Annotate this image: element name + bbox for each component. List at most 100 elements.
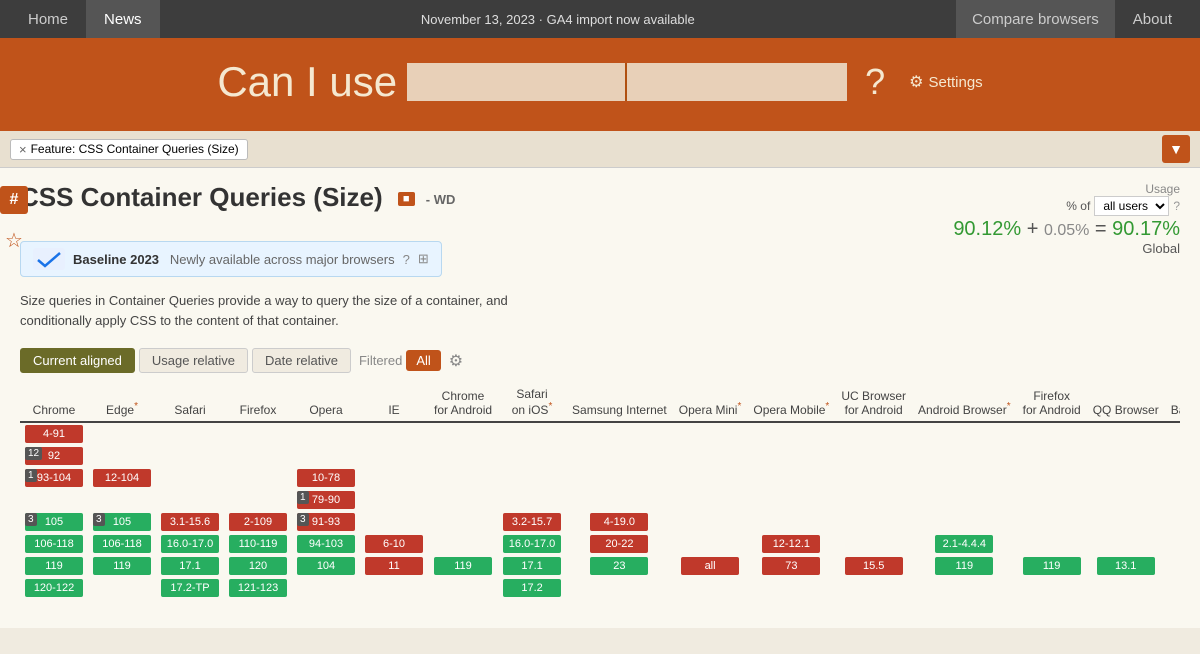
version-cell[interactable]: 10-78 [297, 469, 355, 487]
tab-date-relative[interactable]: Date relative [252, 348, 351, 373]
version-cell[interactable]: 2-109 [229, 513, 287, 531]
table-cell[interactable]: 106-118 [88, 533, 156, 555]
version-cell[interactable]: 4-91 [25, 425, 83, 443]
table-cell[interactable]: 193-104 [20, 467, 88, 489]
version-cell[interactable]: 119 [1023, 557, 1081, 575]
table-cell[interactable]: 119 [912, 555, 1017, 577]
version-cell[interactable]: 73 [762, 557, 820, 575]
nav-compare-button[interactable]: Compare browsers [956, 0, 1115, 38]
version-cell[interactable]: 17.2 [503, 579, 561, 597]
version-cell[interactable]: 15.5 [845, 557, 903, 575]
table-cell[interactable]: 16.0-17.0 [156, 533, 224, 555]
table-cell[interactable]: 6-10 [360, 533, 428, 555]
table-cell[interactable]: 12-12.1 [747, 533, 835, 555]
usage-user-dropdown[interactable]: all users [1094, 196, 1169, 216]
settings-button[interactable]: ⚙ Settings [909, 72, 983, 92]
table-cell[interactable]: 120-122 [20, 577, 88, 599]
table-cell[interactable]: all [673, 555, 748, 577]
version-cell[interactable]: 17.1 [503, 557, 561, 575]
table-cell[interactable]: 391-93 [292, 511, 360, 533]
table-cell[interactable]: 94-103 [292, 533, 360, 555]
version-cell[interactable]: 6-10 [365, 535, 423, 553]
version-cell[interactable]: 120-122 [25, 579, 83, 597]
version-cell[interactable]: 120 [229, 557, 287, 575]
version-cell[interactable]: 106-118 [93, 535, 151, 553]
version-cell[interactable]: 119 [25, 557, 83, 575]
version-cell[interactable]: 119 [935, 557, 993, 575]
version-cell[interactable]: 20-22 [590, 535, 648, 553]
table-cell[interactable]: 13.18 [1165, 555, 1180, 577]
table-cell[interactable]: 1292 [20, 445, 88, 467]
table-cell[interactable]: 121-123 [224, 577, 292, 599]
table-cell[interactable]: 4-91 [20, 422, 88, 445]
star-button[interactable]: ☆ [0, 226, 28, 254]
table-cell[interactable]: 13.1 [1087, 555, 1165, 577]
table-cell[interactable]: 106-118 [20, 533, 88, 555]
table-cell[interactable]: 110-119 [224, 533, 292, 555]
table-cell[interactable]: 119 [428, 555, 498, 577]
table-cell[interactable]: 4-19.0 [566, 511, 673, 533]
anchor-hash-button[interactable]: # [0, 186, 28, 214]
nav-news[interactable]: News [86, 0, 160, 38]
version-cell[interactable]: 23 [590, 557, 648, 575]
table-cell[interactable]: 17.2 [498, 577, 566, 599]
table-cell[interactable]: 15.5 [835, 555, 912, 577]
tab-usage-relative[interactable]: Usage relative [139, 348, 248, 373]
table-cell[interactable]: 11 [360, 555, 428, 577]
version-cell[interactable]: 119 [434, 557, 492, 575]
table-cell[interactable]: 10-78 [292, 467, 360, 489]
version-cell[interactable]: 12-104 [93, 469, 151, 487]
filter-icon[interactable]: ▼ [1162, 135, 1190, 163]
version-cell[interactable]: 13.1 [1097, 557, 1155, 575]
version-cell[interactable]: 11 [365, 557, 423, 575]
table-cell[interactable]: 17.1 [156, 555, 224, 577]
baseline-help-icon[interactable]: ? [403, 252, 410, 267]
table-cell[interactable]: 3.2-15.7 [498, 511, 566, 533]
version-cell[interactable]: 110-119 [229, 535, 287, 553]
version-cell[interactable]: 119 [93, 557, 151, 575]
table-cell[interactable]: 3105 [20, 511, 88, 533]
nav-home[interactable]: Home [10, 0, 86, 38]
search-input-2[interactable] [627, 63, 847, 101]
table-cell[interactable]: 23 [566, 555, 673, 577]
version-cell[interactable]: 106-118 [25, 535, 83, 553]
version-cell[interactable]: 16.0-17.0 [161, 535, 219, 553]
table-cell[interactable]: 17.1 [498, 555, 566, 577]
tab-current-aligned[interactable]: Current aligned [20, 348, 135, 373]
version-cell[interactable]: 104 [297, 557, 355, 575]
table-cell[interactable]: 3.1-15.6 [156, 511, 224, 533]
search-input-1[interactable] [407, 63, 627, 101]
table-cell[interactable]: 3105 [88, 511, 156, 533]
table-cell[interactable]: 119 [20, 555, 88, 577]
version-cell[interactable]: 2.1-4.4.4 [935, 535, 993, 553]
table-cell[interactable]: 12-104 [88, 467, 156, 489]
version-cell[interactable]: 3.1-15.6 [161, 513, 219, 531]
version-cell[interactable]: 17.2-TP [161, 579, 219, 597]
table-settings-icon[interactable]: ⚙ [449, 351, 463, 371]
table-cell[interactable]: 2-109 [224, 511, 292, 533]
table-cell[interactable]: 120 [224, 555, 292, 577]
version-cell[interactable]: 12-12.1 [762, 535, 820, 553]
tab-all[interactable]: All [406, 350, 440, 371]
table-cell[interactable]: 20-22 [566, 533, 673, 555]
table-cell[interactable]: 179-90 [292, 489, 360, 511]
table-cell[interactable]: 2.1-4.4.4 [912, 533, 1017, 555]
usage-help-icon[interactable]: ? [1173, 199, 1180, 213]
table-cell[interactable]: 73 [747, 555, 835, 577]
version-cell[interactable]: 16.0-17.0 [503, 535, 561, 553]
table-cell[interactable]: 16.0-17.0 [498, 533, 566, 555]
table-cell [156, 445, 224, 467]
table-cell[interactable]: 119 [1017, 555, 1087, 577]
version-cell[interactable]: 4-19.0 [590, 513, 648, 531]
version-cell[interactable]: 17.1 [161, 557, 219, 575]
nav-about[interactable]: About [1115, 0, 1190, 38]
close-icon[interactable]: × [19, 142, 27, 157]
table-cell[interactable]: 17.2-TP [156, 577, 224, 599]
version-cell[interactable]: 3.2-15.7 [503, 513, 561, 531]
table-cell[interactable]: 104 [292, 555, 360, 577]
version-cell[interactable]: 121-123 [229, 579, 287, 597]
version-cell[interactable]: 94-103 [297, 535, 355, 553]
table-cell[interactable]: 119 [88, 555, 156, 577]
baseline-copy-icon[interactable]: ⊞ [418, 251, 429, 267]
version-cell[interactable]: all [681, 557, 739, 575]
